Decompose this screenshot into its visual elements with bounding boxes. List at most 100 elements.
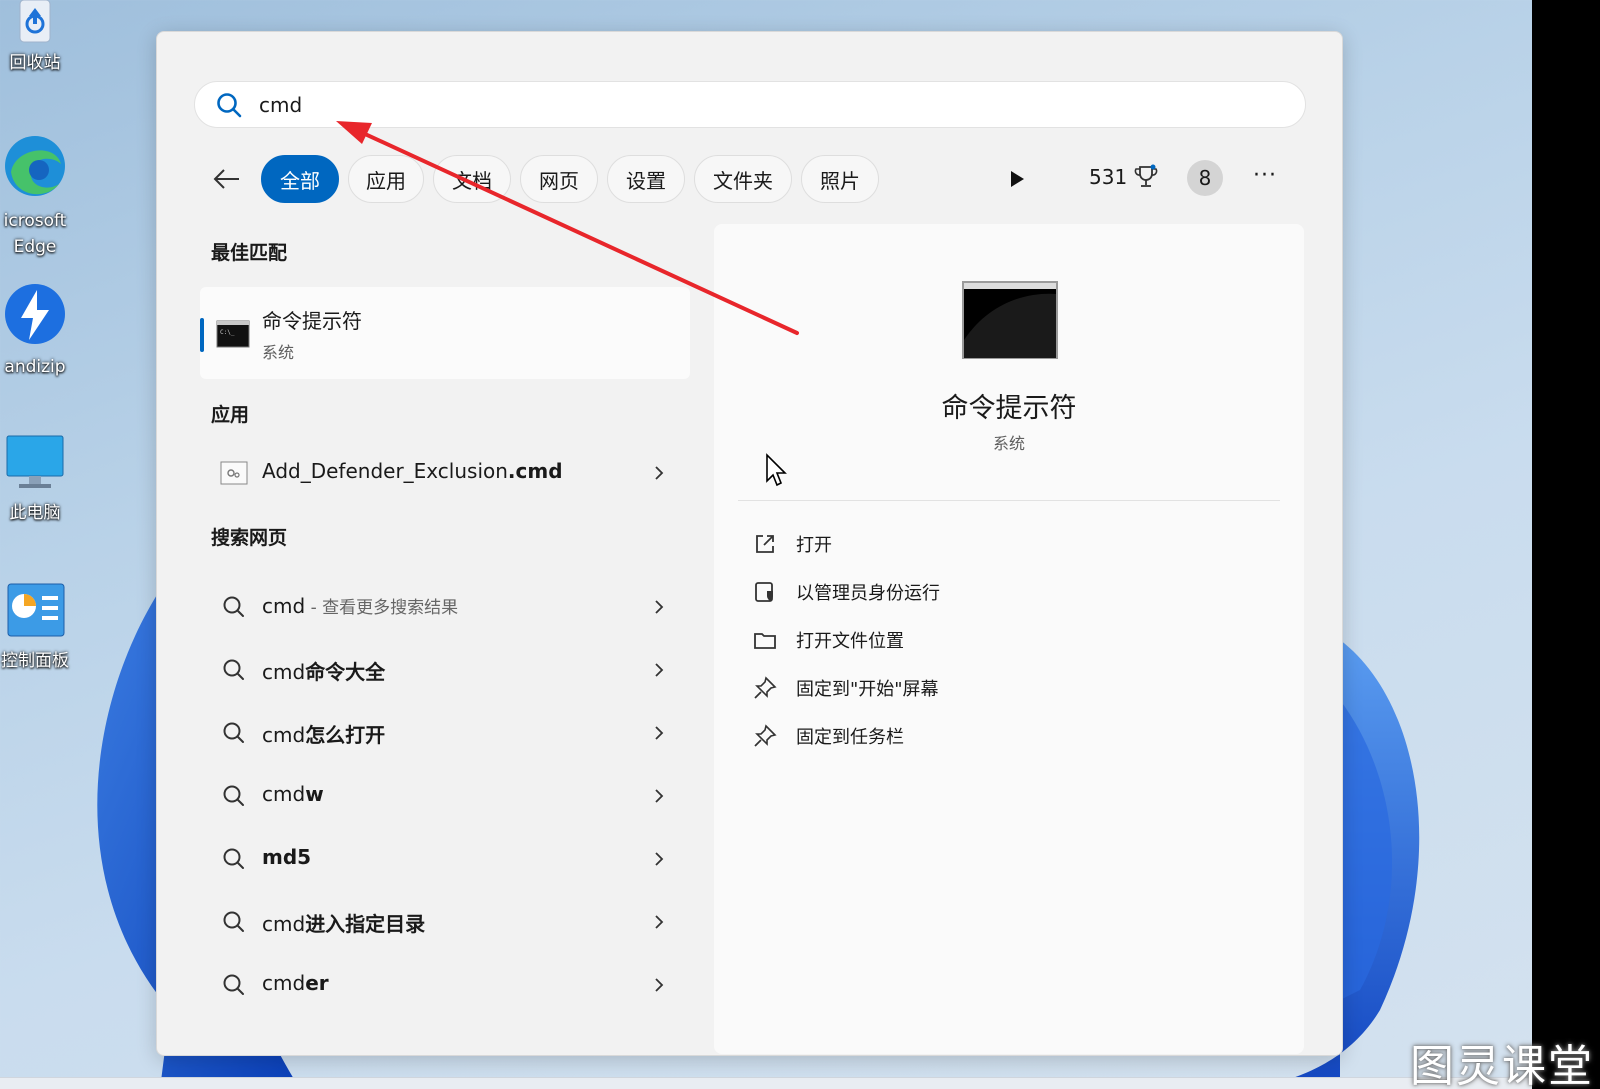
this-pc-icon — [6, 435, 64, 488]
app-result-label: Add_Defender_Exclusion.cmd — [262, 459, 563, 483]
action-label: 以管理员身份运行 — [796, 583, 940, 604]
command-prompt-icon: C:\_ — [216, 320, 250, 348]
account-avatar[interactable]: 8 — [1187, 160, 1223, 196]
search-input[interactable] — [259, 92, 1159, 117]
more-options-button[interactable]: ··· — [1247, 158, 1283, 198]
action-pin-to-taskbar[interactable]: 固定到任务栏 — [752, 716, 904, 756]
web-search-suggestion[interactable]: cmd - 查看更多搜索结果 — [200, 579, 690, 635]
chevron-right-icon — [655, 978, 664, 992]
chevron-right-icon — [655, 852, 664, 866]
chevron-right-icon — [655, 600, 664, 614]
rewards-points-value: 531 — [1089, 165, 1128, 189]
web-suggestion-label: cmd - 查看更多搜索结果 — [262, 594, 459, 618]
command-prompt-large-icon — [962, 281, 1058, 359]
desktop-icon-label-line2: Edge — [13, 237, 57, 257]
desktop-icon-edge[interactable]: icrosoft Edge — [0, 128, 80, 260]
search-icon — [223, 596, 244, 617]
chevron-right-icon — [655, 726, 664, 740]
web-search-suggestion[interactable]: cmder — [200, 957, 690, 1013]
filter-tabs-row: 全部 应用 文档 网页 设置 文件夹 照片 531 8 ··· — [209, 154, 1309, 204]
tab-documents[interactable]: 文档 — [433, 155, 511, 203]
chevron-right-icon — [655, 466, 664, 480]
best-match-name: 命令提示符 — [262, 309, 362, 333]
script-file-icon — [220, 461, 248, 485]
web-search-suggestion[interactable]: cmd怎么打开 — [200, 705, 690, 761]
edge-icon — [5, 136, 65, 196]
web-search-suggestion[interactable]: md5 — [200, 831, 690, 887]
desktop-icon-bandizip[interactable]: andizip — [0, 280, 80, 380]
start-search-panel: 全部 应用 文档 网页 设置 文件夹 照片 531 8 ··· 最佳匹配 — [156, 31, 1343, 1056]
action-open[interactable]: 打开 — [752, 524, 832, 564]
desktop-icon-label: andizip — [4, 357, 66, 377]
tab-settings[interactable]: 设置 — [607, 155, 685, 203]
trophy-icon — [1134, 164, 1158, 187]
web-suggestion-label: cmder — [262, 971, 329, 995]
action-run-as-admin[interactable]: 以管理员身份运行 — [752, 572, 940, 612]
search-web-heading: 搜索网页 — [211, 527, 288, 549]
tab-web[interactable]: 网页 — [520, 155, 598, 203]
action-label: 打开 — [796, 535, 832, 556]
back-arrow-icon[interactable] — [209, 162, 245, 196]
control-panel-icon — [7, 583, 65, 637]
web-search-suggestion[interactable]: cmd进入指定目录 — [200, 894, 690, 950]
play-icon[interactable] — [1007, 168, 1027, 190]
detail-app-name: 命令提示符 — [941, 393, 1077, 424]
mouse-cursor-icon — [766, 453, 787, 487]
apps-heading: 应用 — [211, 404, 250, 426]
search-icon — [223, 659, 244, 680]
watermark: 图灵课堂 — [1410, 1041, 1594, 1089]
web-suggestion-label: cmd进入指定目录 — [262, 912, 426, 936]
web-search-suggestion[interactable]: cmd命令大全 — [200, 642, 690, 698]
app-result-item[interactable]: Add_Defender_Exclusion.cmd — [200, 445, 690, 501]
action-label: 固定到任务栏 — [796, 727, 904, 748]
detail-divider — [738, 500, 1280, 501]
web-suggestion-label: cmdw — [262, 782, 324, 806]
desktop-icon-recycle-bin[interactable]: 回收站 — [0, 0, 80, 76]
admin-shield-icon — [755, 582, 773, 602]
desktop-icon-control-panel[interactable]: 控制面板 — [0, 580, 80, 674]
action-label: 打开文件位置 — [796, 631, 904, 652]
recycle-bin-icon — [19, 0, 51, 43]
tab-apps[interactable]: 应用 — [348, 155, 424, 203]
best-match-item[interactable]: C:\_ 命令提示符 系统 — [200, 287, 690, 379]
tab-photos[interactable]: 照片 — [801, 155, 879, 203]
desktop-icon-label: 控制面板 — [1, 651, 69, 671]
desktop-icon-label: icrosoft — [3, 211, 67, 231]
folder-icon — [754, 633, 776, 649]
action-label: 固定到"开始"屏幕 — [796, 679, 939, 700]
selection-indicator — [200, 318, 204, 352]
detail-app-type: 系统 — [992, 434, 1025, 453]
web-suggestion-label: md5 — [262, 845, 312, 869]
tab-folders[interactable]: 文件夹 — [694, 155, 792, 203]
desktop: { "desktop": { "icons": [ {"label": "回收站… — [0, 0, 1600, 1089]
web-suggestion-label: cmd命令大全 — [262, 660, 386, 684]
desktop-icon-label: 回收站 — [9, 53, 61, 73]
chevron-right-icon — [655, 789, 664, 803]
svg-text:C:\_: C:\_ — [220, 329, 235, 336]
search-icon — [223, 974, 244, 995]
open-external-icon — [756, 535, 774, 553]
action-open-file-location[interactable]: 打开文件位置 — [752, 620, 904, 660]
search-icon — [223, 722, 244, 743]
search-icon — [223, 785, 244, 806]
search-icon — [217, 92, 242, 117]
best-match-heading: 最佳匹配 — [211, 242, 288, 264]
desktop-icon-this-pc[interactable]: 此电脑 — [0, 432, 80, 526]
chevron-right-icon — [655, 663, 664, 677]
desktop-icon-label: 此电脑 — [9, 503, 61, 523]
screen-edge-black-bar — [1532, 0, 1600, 1089]
rewards-points[interactable]: 531 — [1089, 164, 1159, 190]
search-box[interactable] — [194, 81, 1306, 128]
pin-icon — [754, 676, 777, 699]
detail-pane: 命令提示符 系统 打开 以管理员身份运行 打开文件位置 固定到"开始"屏幕 固定… — [714, 224, 1304, 1054]
web-suggestion-label: cmd怎么打开 — [262, 723, 386, 747]
web-search-suggestion[interactable]: cmdw — [200, 768, 690, 824]
search-icon — [223, 911, 244, 932]
tab-all[interactable]: 全部 — [261, 155, 339, 203]
chevron-right-icon — [655, 915, 664, 929]
search-icon — [223, 848, 244, 869]
taskbar — [0, 1077, 1532, 1089]
action-pin-to-start[interactable]: 固定到"开始"屏幕 — [752, 668, 939, 708]
pin-icon — [754, 724, 777, 747]
bandizip-icon — [5, 284, 65, 344]
